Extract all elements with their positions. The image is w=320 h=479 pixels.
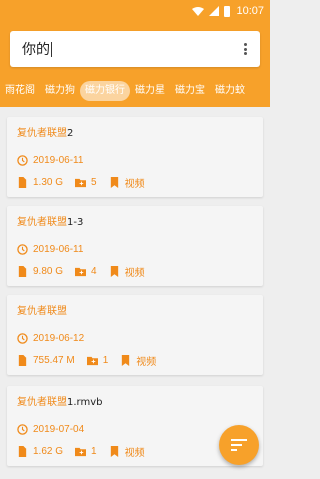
result-title: 复仇者联盟1.rmvb xyxy=(17,397,103,408)
battery-icon xyxy=(224,5,231,17)
folder-icon xyxy=(75,178,87,187)
result-files: 5 xyxy=(91,176,97,188)
file-icon xyxy=(18,445,27,457)
clock-icon xyxy=(17,243,28,255)
bookmark-icon xyxy=(122,354,130,366)
result-meta: 755.47 M 1 视频 xyxy=(17,352,253,368)
clock-icon xyxy=(17,332,28,344)
result-meta: 9.80 G 4 视频 xyxy=(17,263,253,279)
result-size: 1.62 G xyxy=(33,445,64,457)
result-files: 1 xyxy=(102,354,109,366)
result-size: 1.30 G xyxy=(33,176,64,188)
result-title: 复仇者联盟1-3 xyxy=(17,217,84,228)
result-date: 2019-06-11 xyxy=(17,241,253,257)
clock-icon xyxy=(17,423,28,435)
result-title: 复仇者联盟2 xyxy=(17,128,74,139)
tab-cili-bao[interactable]: 磁力宝 xyxy=(170,81,210,101)
bookmark-icon xyxy=(110,445,118,457)
result-files: 4 xyxy=(91,265,97,277)
file-icon xyxy=(18,176,27,188)
tab-cili-yinhang[interactable]: 磁力银行 xyxy=(80,81,130,101)
result-meta: 1.62 G 1 视频 xyxy=(17,443,253,459)
status-time: 10:07 xyxy=(236,5,264,17)
sort-icon xyxy=(231,439,247,451)
status-bar: 10:07 xyxy=(0,0,270,22)
folder-icon xyxy=(75,447,87,456)
result-type: 视频 xyxy=(136,356,157,368)
result-date: 2019-07-04 xyxy=(17,421,253,437)
folder-icon xyxy=(75,267,87,276)
tab-cili-wen[interactable]: 磁力蚊 xyxy=(210,81,250,101)
folder-icon xyxy=(86,356,98,365)
signal-icon xyxy=(209,6,220,16)
search-input[interactable]: 你的 xyxy=(22,39,240,59)
result-card[interactable]: 复仇者联盟 2019-06-12 755.47 M 1 视频 xyxy=(7,295,263,375)
result-card[interactable]: 复仇者联盟2 2019-06-11 1.30 G 5 视频 xyxy=(7,117,263,197)
result-type: 视频 xyxy=(124,178,145,190)
result-size: 755.47 M xyxy=(33,354,75,366)
result-title: 复仇者联盟 xyxy=(17,306,67,317)
result-date: 2019-06-11 xyxy=(17,152,253,168)
bookmark-icon xyxy=(110,176,118,188)
file-icon xyxy=(18,265,27,277)
bookmark-icon xyxy=(110,265,118,277)
result-size: 9.80 G xyxy=(33,265,64,277)
clock-icon xyxy=(17,154,28,166)
tab-cili-xing[interactable]: 磁力星 xyxy=(130,81,170,101)
result-card[interactable]: 复仇者联盟1-3 2019-06-11 9.80 G 4 视频 xyxy=(7,206,263,286)
search-bar[interactable]: 你的 xyxy=(10,31,260,67)
file-icon xyxy=(18,354,27,366)
sort-button[interactable] xyxy=(219,425,259,465)
tab-yuhuage[interactable]: 雨花阁 xyxy=(0,81,40,101)
wifi-icon xyxy=(192,6,205,16)
result-meta: 1.30 G 5 视频 xyxy=(17,174,253,190)
more-vert-icon[interactable] xyxy=(240,41,250,57)
result-files: 1 xyxy=(91,445,97,457)
source-tabs: 雨花阁 磁力狗 磁力银行 磁力星 磁力宝 磁力蚊 xyxy=(0,80,270,102)
result-type: 视频 xyxy=(124,267,145,279)
result-date: 2019-06-12 xyxy=(17,330,253,346)
tab-cili-gou[interactable]: 磁力狗 xyxy=(40,81,80,101)
text-cursor xyxy=(51,41,52,57)
result-type: 视频 xyxy=(124,447,145,459)
search-query: 你的 xyxy=(22,42,50,58)
